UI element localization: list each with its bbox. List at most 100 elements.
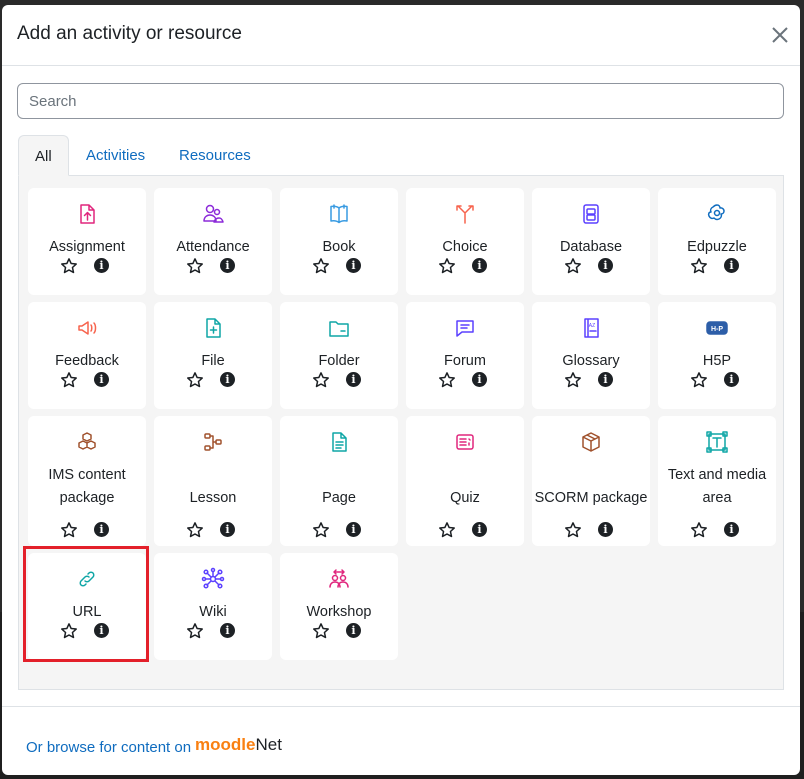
activity-card-assignment[interactable]: Assignment i — [28, 188, 146, 295]
activity-card-edpuzzle[interactable]: Edpuzzle i — [658, 188, 776, 295]
info-icon[interactable]: i — [220, 623, 235, 638]
star-icon[interactable] — [438, 257, 456, 275]
info-icon[interactable]: i — [94, 258, 109, 273]
tab-resources[interactable]: Resources — [163, 135, 267, 176]
activity-card-workshop[interactable]: Workshop i — [280, 553, 398, 660]
activity-card-lesson[interactable]: Lesson i — [154, 416, 272, 546]
star-icon[interactable] — [312, 257, 330, 275]
tab-activities[interactable]: Activities — [70, 135, 161, 176]
info-icon[interactable]: i — [346, 372, 361, 387]
activity-card-label: Workshop — [306, 604, 372, 620]
info-icon[interactable]: i — [94, 623, 109, 638]
modal-title: Add an activity or resource — [17, 23, 242, 44]
activity-card-label: Edpuzzle — [687, 239, 747, 255]
activity-card-folder[interactable]: Folder i — [280, 302, 398, 409]
info-icon[interactable]: i — [724, 258, 739, 273]
activity-card-label: Glossary — [562, 353, 620, 369]
svg-text:H-P: H-P — [711, 326, 723, 333]
choice-icon — [456, 205, 474, 224]
star-icon[interactable] — [312, 521, 330, 539]
star-icon[interactable] — [438, 521, 456, 539]
star-icon[interactable] — [186, 521, 204, 539]
info-icon[interactable]: i — [598, 258, 613, 273]
folder-icon — [329, 321, 349, 337]
activity-card-scorm-package[interactable]: SCORM package i — [532, 416, 650, 546]
star-icon[interactable] — [312, 622, 330, 640]
info-icon[interactable]: i — [220, 522, 235, 537]
info-icon[interactable]: i — [220, 258, 235, 273]
svg-text:AZ: AZ — [589, 323, 595, 329]
activity-card-label: Attendance — [176, 239, 250, 255]
assignment-icon — [80, 204, 95, 224]
info-icon[interactable]: i — [94, 522, 109, 537]
star-icon[interactable] — [690, 521, 708, 539]
ims-package-icon — [78, 432, 96, 450]
close-icon[interactable] — [768, 23, 792, 47]
info-icon[interactable]: i — [346, 258, 361, 273]
feedback-icon — [78, 321, 97, 335]
star-icon[interactable] — [564, 371, 582, 389]
activity-card-wiki[interactable]: Wiki i — [154, 553, 272, 660]
info-icon[interactable]: i — [472, 258, 487, 273]
activity-card-label: IMS content package — [48, 467, 126, 506]
star-icon[interactable] — [60, 257, 78, 275]
activity-card-ims-content-package[interactable]: IMS content package i — [28, 416, 146, 546]
info-icon[interactable]: i — [472, 522, 487, 537]
star-icon[interactable] — [690, 257, 708, 275]
activity-card-feedback[interactable]: Feedback i — [28, 302, 146, 409]
info-icon[interactable]: i — [94, 372, 109, 387]
activity-card-label: Page — [322, 490, 356, 506]
star-icon[interactable] — [60, 521, 78, 539]
workshop-icon — [329, 569, 349, 588]
quiz-icon — [456, 434, 474, 450]
activity-card-page[interactable]: Page i — [280, 416, 398, 546]
star-icon[interactable] — [60, 622, 78, 640]
activity-card-attendance[interactable]: Attendance i — [154, 188, 272, 295]
info-icon[interactable]: i — [724, 522, 739, 537]
tab-all[interactable]: All — [18, 135, 69, 176]
info-icon[interactable]: i — [472, 372, 487, 387]
activity-card-quiz[interactable]: Quiz i — [406, 416, 524, 546]
activity-card-database[interactable]: Database i — [532, 188, 650, 295]
activity-card-label: Lesson — [189, 490, 237, 506]
moodlenet-link[interactable]: Or browse for content on — [26, 739, 191, 756]
info-icon[interactable]: i — [724, 372, 739, 387]
star-icon[interactable] — [690, 371, 708, 389]
activity-card-forum[interactable]: Forum i — [406, 302, 524, 409]
star-icon[interactable] — [438, 371, 456, 389]
star-icon[interactable] — [564, 521, 582, 539]
star-icon[interactable] — [186, 257, 204, 275]
activity-card-url[interactable]: URL i — [28, 553, 146, 660]
activity-card-label: Text and media area — [667, 467, 767, 506]
activity-card-label: Quiz — [450, 490, 480, 506]
database-icon — [583, 204, 599, 224]
activity-card-label: Feedback — [55, 353, 119, 369]
scorm-icon — [582, 432, 600, 452]
star-icon[interactable] — [564, 257, 582, 275]
moodlenet-logo[interactable]: moodleNet — [195, 735, 282, 759]
activity-card-label: Folder — [318, 353, 360, 369]
attendance-icon — [203, 204, 224, 223]
activity-card-glossary[interactable]: AZ Glossary i — [532, 302, 650, 409]
activity-card-file[interactable]: File i — [154, 302, 272, 409]
star-icon[interactable] — [312, 371, 330, 389]
info-icon[interactable]: i — [346, 623, 361, 638]
info-icon[interactable]: i — [346, 522, 361, 537]
activity-card-label: H5P — [702, 353, 732, 369]
star-icon[interactable] — [186, 371, 204, 389]
activity-card-choice[interactable]: Choice i — [406, 188, 524, 295]
book-icon — [330, 204, 348, 224]
activity-card-label: Book — [322, 239, 356, 255]
activity-card-h5p[interactable]: H-P H5P i — [658, 302, 776, 409]
add-activity-modal: Add an activity or resource All Activiti… — [2, 5, 800, 775]
star-icon[interactable] — [60, 371, 78, 389]
activity-card-text-and-media-area[interactable]: Text and media area i — [658, 416, 776, 546]
wiki-icon — [201, 567, 225, 589]
search-input[interactable] — [17, 83, 784, 119]
info-icon[interactable]: i — [598, 372, 613, 387]
info-icon[interactable]: i — [220, 372, 235, 387]
activity-card-book[interactable]: Book i — [280, 188, 398, 295]
info-icon[interactable]: i — [598, 522, 613, 537]
activity-card-label: Forum — [444, 353, 486, 369]
star-icon[interactable] — [186, 622, 204, 640]
